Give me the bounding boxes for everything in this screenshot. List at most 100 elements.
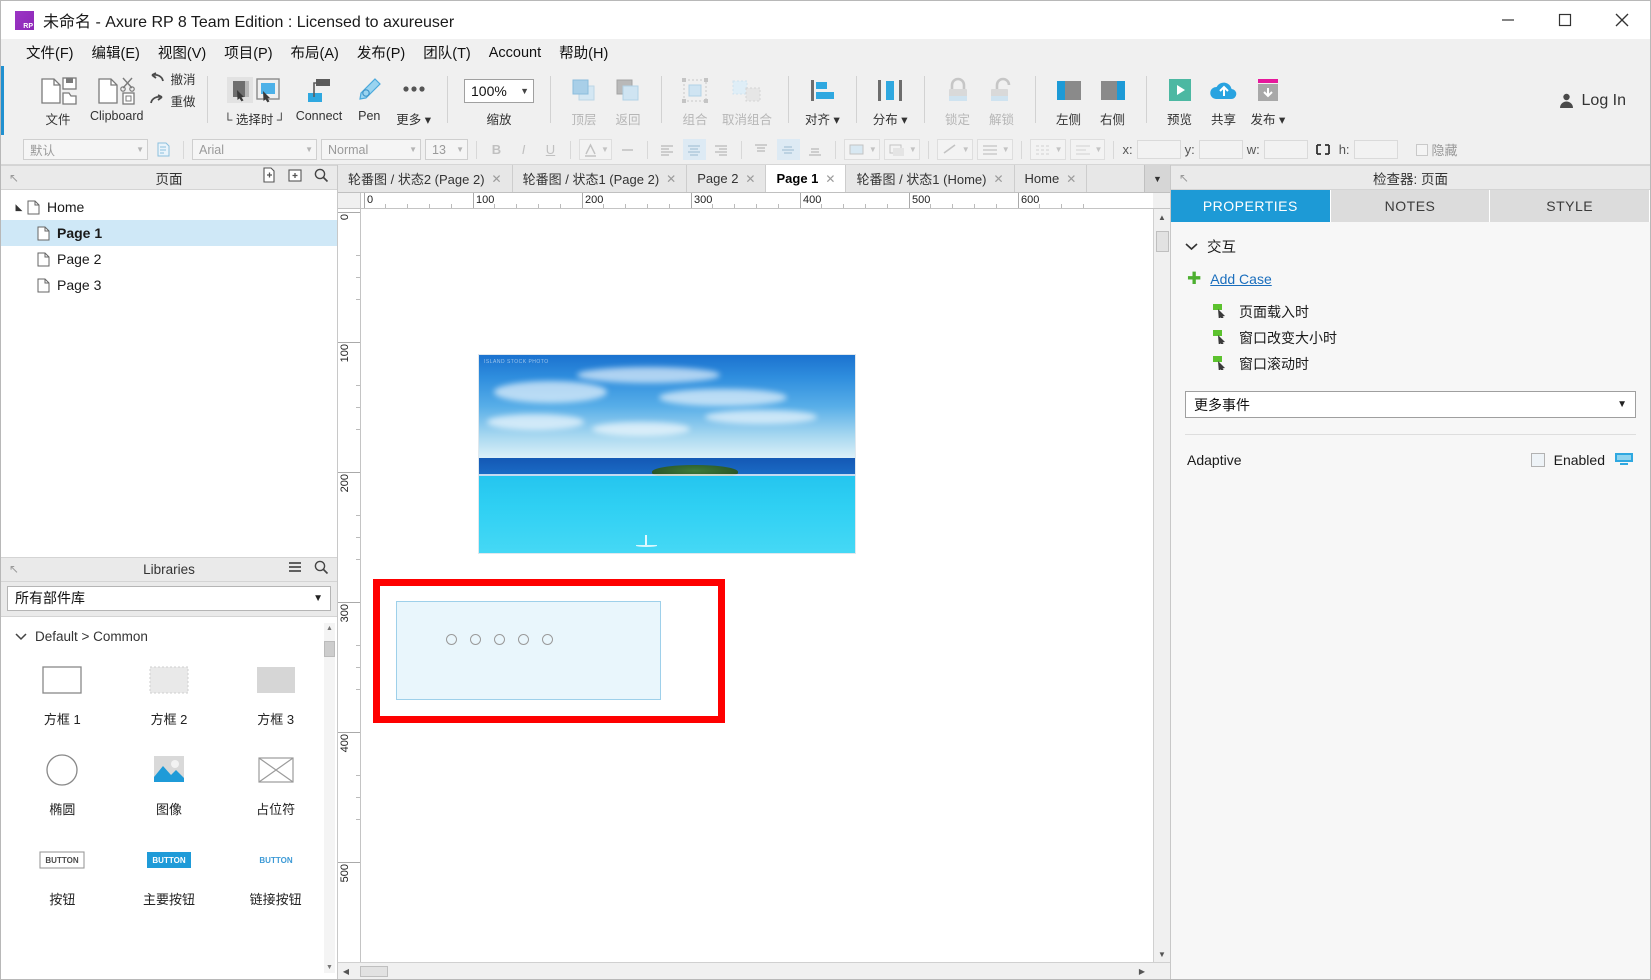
bring-front-button[interactable]: 顶层	[562, 72, 606, 130]
tab-slider-state1-page2[interactable]: 轮番图 / 状态1 (Page 2) ✕	[512, 165, 688, 192]
font-size-select[interactable]: 13 ▼	[425, 139, 468, 160]
tab-properties[interactable]: PROPERTIES	[1171, 190, 1331, 222]
underline-button[interactable]: U	[539, 139, 562, 160]
send-back-button[interactable]: 返回	[606, 72, 650, 130]
file-button[interactable]: 文件	[31, 72, 85, 130]
menu-team[interactable]: 团队(T)	[414, 39, 480, 66]
menu-edit[interactable]: 编辑(E)	[83, 39, 149, 66]
align-center-button[interactable]	[682, 139, 706, 160]
x-input[interactable]	[1136, 140, 1181, 159]
menu-publish[interactable]: 发布(P)	[348, 39, 414, 66]
scrollbar-thumb[interactable]	[324, 640, 335, 657]
group-button[interactable]: 组合	[673, 72, 717, 130]
redo-button[interactable]: 重做	[149, 91, 196, 110]
align-button[interactable]: 对齐 ▾	[800, 72, 845, 130]
fill-color-button[interactable]: ▼	[843, 139, 880, 160]
tab-style[interactable]: STYLE	[1490, 190, 1651, 222]
style-manager-icon[interactable]	[152, 139, 175, 160]
search-icon[interactable]	[313, 167, 329, 188]
scrollbar-thumb[interactable]	[1156, 231, 1169, 252]
add-page-icon[interactable]	[261, 167, 277, 188]
tree-item-page-3[interactable]: Page 3	[1, 272, 337, 298]
valign-top-button[interactable]	[750, 139, 773, 160]
widget-box-3[interactable]: 方框 3	[222, 654, 329, 744]
scroll-up-icon[interactable]: ▲	[324, 623, 335, 635]
zoom-control[interactable]: 100% ▼ 缩放	[459, 72, 539, 130]
carousel-dot[interactable]	[446, 634, 457, 645]
font-weight-select[interactable]: Normal ▼	[321, 139, 421, 160]
scroll-up-icon[interactable]: ▲	[1154, 209, 1170, 225]
tab-overflow-dropdown[interactable]: ▼	[1144, 165, 1170, 192]
tab-page-1[interactable]: Page 1 ✕	[766, 165, 847, 192]
canvas-image-widget[interactable]: ISLAND STOCK PHOTO	[478, 354, 856, 554]
close-icon[interactable]: ✕	[1066, 172, 1076, 186]
libraries-scrollbar[interactable]: ▲ ▼	[324, 622, 335, 973]
tree-item-home[interactable]: ◣ Home	[1, 194, 337, 220]
carousel-dot[interactable]	[518, 634, 529, 645]
font-color-button[interactable]: ▼	[579, 139, 612, 160]
zoom-select[interactable]: 100% ▼	[464, 79, 535, 103]
collapse-icon[interactable]: ↖	[1179, 171, 1189, 185]
event-page-load[interactable]: 页面载入时	[1185, 299, 1636, 325]
hidden-checkbox[interactable]	[1415, 143, 1428, 156]
carousel-dot[interactable]	[494, 634, 505, 645]
h-input[interactable]	[1353, 140, 1398, 159]
add-case-button[interactable]: ✚ Add Case	[1187, 270, 1636, 287]
scroll-down-icon[interactable]: ▼	[1154, 946, 1170, 962]
menu-project[interactable]: 项目(P)	[215, 39, 281, 66]
more-events-select[interactable]: 更多事件 ▼	[1185, 391, 1636, 418]
close-icon[interactable]: ✕	[745, 172, 755, 186]
font-family-select[interactable]: Arial ▼	[192, 139, 317, 160]
close-icon[interactable]: ✕	[993, 172, 1003, 186]
italic-button[interactable]: I	[512, 139, 535, 160]
canvas-horizontal-scrollbar[interactable]: ◀ ▶	[338, 962, 1170, 979]
adaptive-enabled-checkbox[interactable]	[1530, 453, 1545, 467]
expand-arrow-icon[interactable]: ◣	[11, 202, 27, 213]
maximize-icon[interactable]	[1536, 1, 1593, 39]
align-left-button[interactable]	[656, 139, 679, 160]
w-input[interactable]	[1263, 140, 1308, 159]
design-canvas[interactable]: ISLAND STOCK PHOTO	[361, 209, 1153, 962]
widget-placeholder[interactable]: 占位符	[222, 744, 329, 834]
menu-file[interactable]: 文件(F)	[17, 39, 83, 66]
carousel-dot[interactable]	[470, 634, 481, 645]
share-button[interactable]: 共享	[1202, 72, 1246, 130]
left-pane-button[interactable]: 左侧	[1047, 72, 1091, 130]
tree-item-page-1[interactable]: Page 1	[1, 220, 337, 246]
minimize-icon[interactable]	[1479, 1, 1536, 39]
add-folder-icon[interactable]	[287, 167, 303, 188]
widget-style-select[interactable]: 默认 ▼	[23, 139, 148, 160]
shadow-button[interactable]: ▼	[883, 139, 920, 160]
carousel-dot[interactable]	[542, 634, 553, 645]
library-select[interactable]: 所有部件库 ▼	[7, 585, 331, 611]
scroll-left-icon[interactable]: ◀	[338, 963, 354, 979]
tab-notes[interactable]: NOTES	[1330, 190, 1491, 222]
arrow-style-button[interactable]: ▼	[1069, 139, 1106, 160]
scrollbar-thumb[interactable]	[360, 966, 388, 977]
login-button[interactable]: Log In	[1558, 92, 1626, 110]
collapse-icon[interactable]: ↖	[9, 171, 19, 185]
tab-home[interactable]: Home ✕	[1014, 165, 1088, 192]
connect-button[interactable]: Connect	[291, 72, 348, 125]
tab-slider-state1-home[interactable]: 轮番图 / 状态1 (Home) ✕	[846, 165, 1015, 192]
menu-layout[interactable]: 布局(A)	[282, 39, 348, 66]
hidden-group[interactable]: 隐藏	[1415, 140, 1458, 159]
close-icon[interactable]: ✕	[492, 172, 502, 186]
event-window-resize[interactable]: 窗口改变大小时	[1185, 325, 1636, 351]
close-icon[interactable]: ✕	[666, 172, 676, 186]
widget-box-1[interactable]: 方框 1	[9, 654, 116, 744]
scroll-right-icon[interactable]: ▶	[1134, 963, 1150, 979]
widget-ellipse[interactable]: 椭圆	[9, 744, 116, 834]
tree-item-page-2[interactable]: Page 2	[1, 246, 337, 272]
scroll-down-icon[interactable]: ▼	[324, 961, 335, 973]
widget-button[interactable]: BUTTON 按钮	[9, 834, 116, 924]
collapse-icon[interactable]: ↖	[9, 562, 19, 576]
widget-box-2[interactable]: 方框 2	[116, 654, 223, 744]
tab-slider-state2-page2[interactable]: 轮番图 / 状态2 (Page 2) ✕	[338, 165, 513, 192]
text-clear-button[interactable]	[616, 139, 639, 160]
monitor-icon[interactable]	[1614, 451, 1634, 469]
right-pane-button[interactable]: 右侧	[1091, 72, 1135, 130]
ungroup-button[interactable]: 取消组合	[717, 72, 777, 130]
menu-view[interactable]: 视图(V)	[149, 39, 215, 66]
widget-image[interactable]: 图像	[116, 744, 223, 834]
